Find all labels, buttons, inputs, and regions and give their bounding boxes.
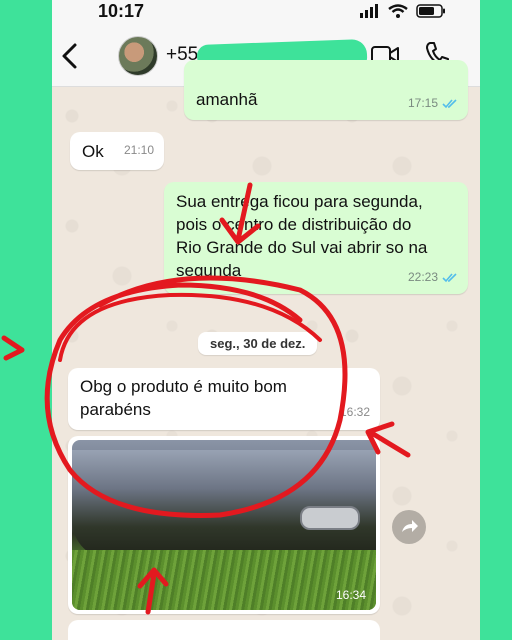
back-chevron-icon[interactable]: [58, 42, 82, 70]
forward-icon: [402, 520, 418, 532]
message-time: 16:32: [339, 405, 370, 419]
message-outgoing[interactable]: amanhã 17:15: [184, 60, 468, 120]
signal-icon: [360, 4, 378, 18]
message-incoming[interactable]: [68, 620, 380, 640]
grass: [72, 550, 376, 610]
message-time: 17:15: [407, 96, 438, 110]
avatar[interactable]: [118, 36, 158, 76]
battery-icon: [416, 4, 445, 18]
message-time: 16:34: [335, 588, 366, 602]
photo-message[interactable]: 16:34: [68, 436, 380, 614]
message-time: 22:23: [407, 270, 438, 284]
message-text: Ok: [82, 142, 104, 161]
message-outgoing[interactable]: Sua entrega ficou para segunda, pois o c…: [164, 182, 468, 294]
read-receipt-icon: [442, 272, 457, 282]
car-photo[interactable]: 16:34: [72, 440, 376, 610]
message-incoming[interactable]: Ok 21:10: [70, 132, 164, 170]
annotation-arrow-left: [1, 335, 25, 361]
phone-screen: 10:17 +55 3 amanhã 17:15 Ok 21:10 Sua en…: [52, 0, 480, 640]
door-handle: [300, 506, 360, 530]
forward-button[interactable]: [392, 510, 426, 544]
wifi-icon: [388, 4, 408, 18]
car-door: [72, 450, 376, 560]
message-text: amanhã: [196, 90, 258, 109]
read-receipt-icon: [442, 98, 457, 108]
date-separator: seg., 30 de dez.: [198, 332, 318, 355]
message-text: Sua entrega ficou para segunda, pois o c…: [176, 192, 428, 280]
status-time: 10:17: [98, 1, 145, 21]
message-time: 21:10: [123, 143, 154, 157]
status-bar: 10:17: [52, 0, 480, 26]
message-incoming[interactable]: Obg o produto é muito bom parabéns 16:32: [68, 368, 380, 430]
message-text: Obg o produto é muito bom parabéns: [80, 377, 287, 419]
